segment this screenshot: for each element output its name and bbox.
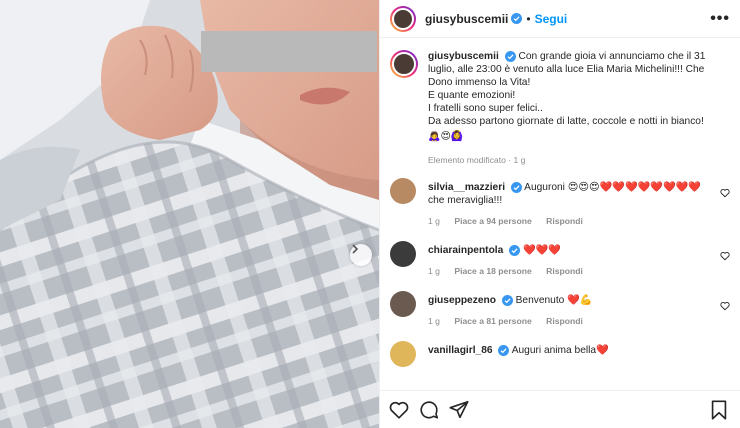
post-actions-bar [380,390,740,428]
comment-text: Benvenuto ❤️💪 [515,295,593,306]
verified-icon [511,13,523,24]
reply-button[interactable]: Rispondi [546,266,583,276]
next-photo-button[interactable] [350,244,372,266]
author-username[interactable]: giusybuscemii [425,12,508,26]
privacy-blur [201,31,377,72]
comment-avatar[interactable] [390,241,416,267]
more-options-icon[interactable]: ••• [710,10,730,28]
post-header: giusybuscemii • Segui ••• [380,0,740,38]
comment-username[interactable]: silvia__mazzieri [428,182,505,193]
caption-emojis: 🙇‍♀️😍🙆‍♀️ [428,131,464,142]
comment-avatar[interactable] [390,291,416,317]
chevron-right-icon [352,244,359,254]
comment-text: Auguri anima bella❤️ [511,345,609,356]
comment-text: ❤️❤️❤️ [522,245,562,256]
comment-likes[interactable]: Piace a 18 persone [454,266,531,276]
comments-feed[interactable]: giusybuscemii Con grande gioia vi annunc… [380,40,740,384]
separator-dot: • [526,11,531,26]
comment-avatar[interactable] [390,178,416,204]
comment-username[interactable]: vanillagirl_86 [428,345,493,356]
caption-meta: Elemento modificato · 1 g [428,155,526,165]
heart-icon[interactable] [388,399,410,421]
comment-likes[interactable]: Piace a 94 persone [454,216,531,226]
caption-line: I fratelli sono super felici.. [428,103,543,114]
caption-line: Da adesso partono giornate di latte, coc… [428,116,704,127]
caption-username[interactable]: giusybuscemii [428,51,499,62]
like-comment-heart-icon[interactable] [720,188,730,198]
comment-time: 1 g [428,216,440,226]
post-panel: giusybuscemii • Segui ••• giusybuscemii … [379,0,740,428]
like-comment-heart-icon[interactable] [720,301,730,311]
bookmark-icon[interactable] [708,399,730,421]
verified-icon [509,244,521,256]
caption-line: E quante emozioni! [428,90,516,101]
post-photo [0,0,379,428]
reply-button[interactable]: Rispondi [546,216,583,226]
comment-username[interactable]: chiarainpentola [428,245,503,256]
comment-likes[interactable]: Piace a 81 persone [454,316,531,326]
comment-username[interactable]: giuseppezeno [428,295,496,306]
caption-avatar[interactable] [390,50,418,78]
comment-item: giuseppezeno Benvenuto ❤️💪 1 g Piace a 8… [380,291,740,328]
comment-item: chiarainpentola ❤️❤️❤️ 1 g Piace a 18 pe… [380,241,740,278]
share-icon[interactable] [448,399,470,421]
post-caption: giusybuscemii Con grande gioia vi annunc… [380,40,740,167]
author-avatar[interactable] [390,5,416,32]
comment-item: vanillagirl_86 Auguri anima bella❤️ [380,341,740,367]
comment-icon[interactable] [418,399,440,421]
comment-item: silvia__mazzieri Auguroni 😍😍😍❤️❤️❤️❤️❤️❤… [380,178,740,228]
reply-button[interactable]: Rispondi [546,316,583,326]
verified-icon [504,50,516,62]
comment-time: 1 g [428,316,440,326]
comment-avatar[interactable] [390,341,416,367]
verified-icon [510,181,522,193]
comment-time: 1 g [428,266,440,276]
verified-icon [498,344,510,356]
caption-text: giusybuscemii Con grande gioia vi annunc… [428,50,728,128]
like-comment-heart-icon[interactable] [720,251,730,261]
follow-button[interactable]: Segui [535,12,568,26]
verified-icon [501,294,513,306]
